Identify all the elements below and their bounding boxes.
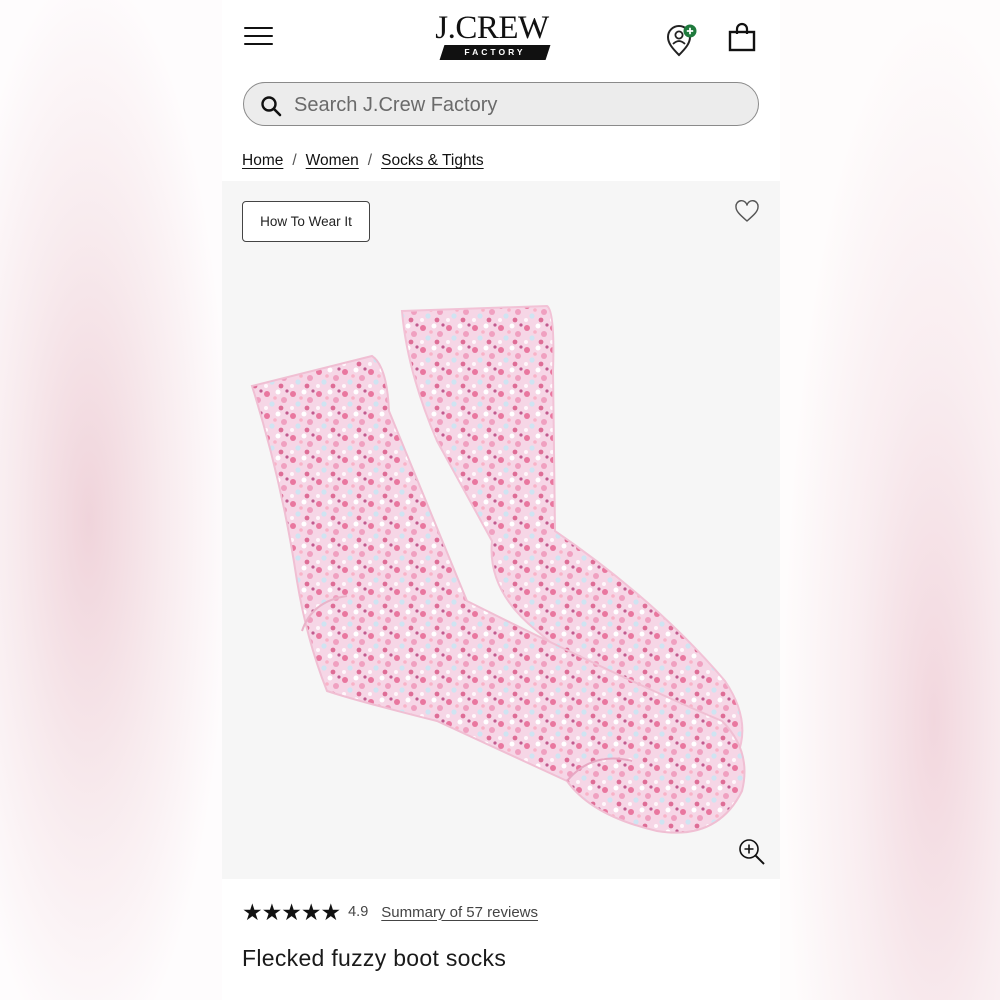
search-bar[interactable] [243, 82, 759, 126]
how-to-wear-button[interactable]: How To Wear It [242, 201, 370, 242]
backdrop-left [0, 0, 222, 1000]
menu-icon [244, 27, 273, 29]
backdrop-right [780, 0, 1000, 1000]
zoom-button[interactable] [737, 837, 767, 867]
product-image [250, 304, 746, 834]
logo-subtitle: FACTORY [464, 47, 526, 57]
shopping-bag-button[interactable] [727, 22, 757, 54]
search-icon [261, 96, 282, 117]
account-icon [666, 24, 697, 57]
logo-wordmark: J.CREW [435, 10, 549, 46]
shopping-bag-icon [728, 22, 756, 52]
breadcrumb-home[interactable]: Home [242, 152, 283, 169]
breadcrumb: Home / Women / Socks & Tights [242, 152, 484, 169]
wishlist-button[interactable] [734, 200, 760, 224]
reviews-link[interactable]: Summary of 57 reviews [381, 904, 538, 921]
breadcrumb-women[interactable]: Women [306, 152, 359, 169]
site-header: J.CREW FACTORY [222, 0, 780, 75]
brand-logo[interactable]: J.CREW FACTORY [427, 10, 557, 64]
mobile-page: J.CREW FACTORY Home/Wo [222, 0, 780, 1000]
zoom-in-icon [739, 839, 765, 865]
product-gallery: How To Wear It [222, 181, 780, 879]
breadcrumb-socks-tights[interactable]: Socks & Tights [381, 152, 484, 169]
account-button[interactable] [665, 22, 699, 58]
rating-stars: ★★★★★ [242, 899, 341, 925]
rating-score: 4.9 [348, 904, 369, 920]
search-input[interactable] [292, 87, 736, 123]
product-rating: ★★★★★ 4.9 Summary of 57 reviews [242, 899, 538, 925]
heart-icon [735, 200, 759, 222]
product-title: Flecked fuzzy boot socks [242, 945, 507, 971]
menu-button[interactable] [244, 24, 274, 48]
